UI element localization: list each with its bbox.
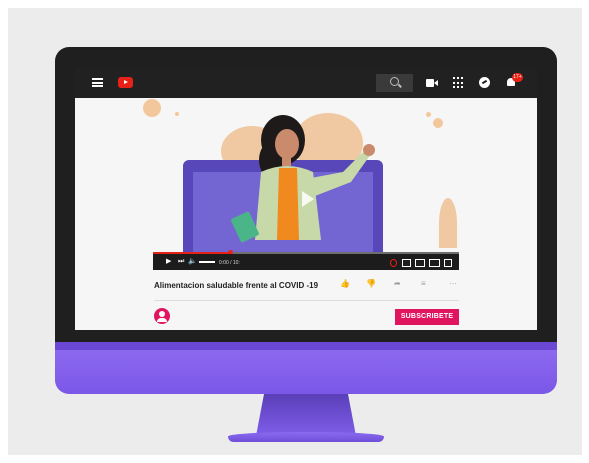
subtitles-icon[interactable] <box>402 259 411 267</box>
scene: 17+ ▶ ⏭ 🔈 0:00 / 10: Alimentacion saluda… <box>0 0 589 463</box>
more-options-button[interactable]: ··· <box>449 279 457 288</box>
thumb-down-icon[interactable]: 👎 <box>366 279 376 288</box>
big-play-icon[interactable] <box>302 191 314 207</box>
presenter-hand <box>363 144 375 156</box>
thumb-up-icon[interactable]: 👍 <box>340 279 350 288</box>
video-title: Alimentacion saludable frente al COVID -… <box>154 281 319 290</box>
playlist-add-icon[interactable]: ≡ <box>421 279 426 288</box>
monitor-chin-edge <box>55 342 557 350</box>
share-icon[interactable]: ➦ <box>394 279 401 288</box>
volume-slider[interactable] <box>199 261 215 263</box>
presenter-arm <box>311 150 371 196</box>
player-controls: ▶ ⏭ 🔈 0:00 / 10: <box>153 254 459 270</box>
monitor-stand-neck <box>256 394 356 436</box>
subscribe-button[interactable]: SUBSCRIBETE <box>395 309 459 325</box>
fullscreen-icon[interactable] <box>444 259 452 267</box>
settings-icon[interactable] <box>390 259 397 267</box>
play-icon[interactable]: ▶ <box>166 257 171 267</box>
presenter-face <box>275 129 299 159</box>
screen: 17+ ▶ ⏭ 🔈 0:00 / 10: Alimentacion saluda… <box>75 68 537 330</box>
next-icon[interactable]: ⏭ <box>178 257 184 267</box>
presenter-shirt <box>277 168 299 240</box>
volume-icon[interactable]: 🔈 <box>188 257 197 267</box>
channel-avatar[interactable] <box>154 308 170 324</box>
divider <box>154 300 459 301</box>
time-display: 0:00 / 10: <box>219 260 240 266</box>
presenter-neck <box>282 156 291 166</box>
theater-mode-icon[interactable] <box>429 259 440 267</box>
miniplayer-icon[interactable] <box>415 259 425 267</box>
monitor-stand-foot <box>228 432 384 442</box>
